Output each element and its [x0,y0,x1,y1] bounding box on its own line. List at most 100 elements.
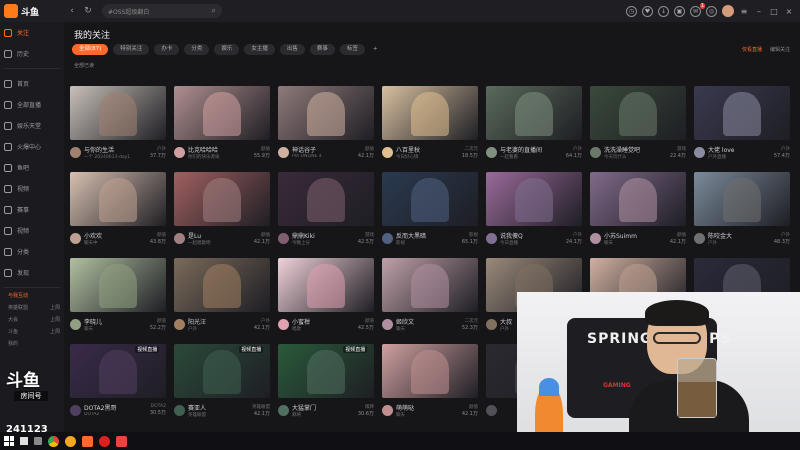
stream-card[interactable]: 李晓儿 聊天 颜值 52.2万 [70,258,166,338]
streamer-avatar[interactable] [382,232,393,244]
stream-card[interactable]: 姬欣文 聊天 二次元 52.3万 [382,258,478,338]
stream-card[interactable]: 与你的生活 一个 20240613-day1 户外 37.7万 [70,86,166,166]
user-avatar[interactable] [722,5,734,17]
streamer-name[interactable]: 说我傻Q [500,231,566,240]
mail-icon[interactable]: ✉ 1 [690,2,705,17]
filter-chip[interactable]: 娱乐 [214,44,240,55]
sidebar-item-video-2[interactable]: 视频 [0,220,64,241]
filter-chip[interactable]: 分类 [184,44,210,55]
close-icon[interactable]: × [784,7,794,16]
streamer-avatar[interactable] [278,404,289,416]
stream-card[interactable]: 小欢欢 聊天中 颜值 43.8万 [70,172,166,252]
history-icon[interactable]: ◷ [626,5,637,17]
sidebar-section[interactable]: 大会 上周 [0,316,64,328]
stream-thumbnail[interactable] [70,258,166,312]
app-icon[interactable] [65,435,76,447]
filter-chip[interactable]: 女主播 [244,44,275,55]
download-icon[interactable]: ↓ [658,5,669,17]
streamer-name[interactable]: 与老婆的直播间 [500,145,566,154]
stream-thumbnail[interactable] [70,172,166,226]
stream-thumbnail[interactable] [278,172,374,226]
streamer-name[interactable]: 赛亚人 [188,403,252,412]
stream-card[interactable]: 小蜜柑 唱歌 颜值 42.5万 [278,258,374,338]
app-icon[interactable] [116,435,127,447]
sidebar-section[interactable]: 与我互动 [0,292,64,304]
sidebar-item-all-live[interactable]: 全部直播 [0,94,64,115]
streamer-avatar[interactable] [486,146,497,158]
sidebar-item-follow[interactable]: 关注 [0,22,64,43]
task-view-icon[interactable] [34,437,42,445]
streamer-name[interactable]: 陈咬金大 [708,231,774,240]
streamer-avatar[interactable] [382,318,393,330]
weibo-icon[interactable] [99,435,110,447]
heart-icon[interactable]: ♥ [642,5,653,17]
search-input[interactable]: #OSS超级翻白 ⌕ [102,4,222,18]
stream-thumbnail[interactable] [382,86,478,140]
stream-card[interactable]: 视频直播 大猛掌门 麻将 棋牌 30.6万 [278,344,374,424]
sidebar-item-discover[interactable]: 发现 [0,262,64,283]
streamer-name[interactable]: 比克哈哈哈 [188,145,254,154]
streamer-name[interactable]: 八百里秋 [396,145,462,154]
stream-card[interactable]: 大佬 love 户外直播 户外 57.4万 [694,86,790,166]
stream-card[interactable]: 小苏Suimm 聊天 颜值 42.1万 [590,172,686,252]
sidebar-item-video[interactable]: 视频 [0,178,64,199]
minimize-icon[interactable]: – [754,7,764,16]
sidebar-section[interactable]: 英雄联盟 上周 [0,304,64,316]
stream-card[interactable]: 反而大黑暗 影视 影视 65.1万 [382,172,478,252]
stream-card[interactable]: 八百里秋 今日好心情 二次元 18.5万 [382,86,478,166]
stream-thumbnail[interactable] [278,86,374,140]
stream-thumbnail[interactable] [694,86,790,140]
sidebar-section[interactable]: 斗鱼 上周 [0,328,64,340]
sidebar-item-forum[interactable]: 鱼吧 [0,157,64,178]
streamer-name[interactable]: 反而大黑暗 [396,231,462,240]
streamer-avatar[interactable] [382,146,393,158]
gift-icon[interactable]: ▣ [674,5,685,17]
add-filter-button[interactable]: + [370,44,381,55]
streamer-avatar[interactable] [694,146,705,158]
stream-card[interactable]: 陈咬金大 户外 户外 48.3万 [694,172,790,252]
streamer-name[interactable]: 神话谷子 [292,145,358,154]
sidebar-item-category[interactable]: 分类 [0,241,64,262]
filter-chip[interactable]: 办卡 [154,44,180,55]
stream-card[interactable]: 说我傻Q 今日直播 户外 24.1万 [486,172,582,252]
streamer-avatar[interactable] [486,232,497,244]
stream-card[interactable]: 神话谷子 PIA ONLINE 4 颜值 42.1万 [278,86,374,166]
filter-chip[interactable]: 标签 [339,44,365,55]
streamer-name[interactable]: 洗洗澡睡觉吧 [604,145,670,154]
streamer-avatar[interactable] [70,404,81,416]
filter-chip[interactable]: 全部(87) [72,44,109,55]
streamer-avatar[interactable] [174,232,185,244]
stream-thumbnail[interactable] [70,86,166,140]
streamer-name[interactable]: 李晓儿 [84,317,150,326]
stream-thumbnail[interactable] [382,172,478,226]
refresh-icon[interactable]: ↻ [82,5,94,17]
stream-thumbnail[interactable] [174,258,270,312]
filter-chip[interactable]: 赛事 [309,44,335,55]
streamer-avatar[interactable] [590,146,601,158]
streamer-name[interactable]: 小苏Suimm [604,231,670,240]
streamer-name[interactable]: 与你的生活 [84,145,150,154]
streamer-name[interactable]: 大佬 love [708,145,774,154]
streamer-avatar[interactable] [694,232,705,244]
sidebar-section[interactable]: 我的 [0,340,64,352]
douyu-logo[interactable]: 斗鱼 [0,0,62,22]
stream-thumbnail[interactable]: 视频直播 [70,344,166,398]
back-icon[interactable]: ‹ [66,5,78,17]
stream-card[interactable]: 洗洗澡睡觉吧 今天玩什么 游戏 22.4万 [590,86,686,166]
streamer-name[interactable]: 是Lu [188,231,254,240]
streamer-avatar[interactable] [174,318,185,330]
search-taskbar-icon[interactable] [20,437,28,445]
stream-thumbnail[interactable] [278,258,374,312]
streamer-name[interactable]: 阳光汪 [188,317,254,326]
streamer-name[interactable]: 鼎鼎Kiki [292,231,358,240]
stream-thumbnail[interactable] [590,86,686,140]
mark-all-read-button[interactable]: 全部已读 [74,62,94,69]
filter-chip[interactable]: 特别关注 [113,44,150,55]
streamer-name[interactable]: DOTA2黑哥 [84,403,150,412]
streamer-avatar[interactable] [174,146,185,158]
menu-icon[interactable]: ≡ [739,7,749,16]
windows-start-icon[interactable] [4,436,14,446]
sidebar-item-entertainment[interactable]: 娱乐天堂 [0,115,64,136]
stream-thumbnail[interactable]: 视频直播 [174,344,270,398]
streamer-name[interactable]: 小欢欢 [84,231,150,240]
